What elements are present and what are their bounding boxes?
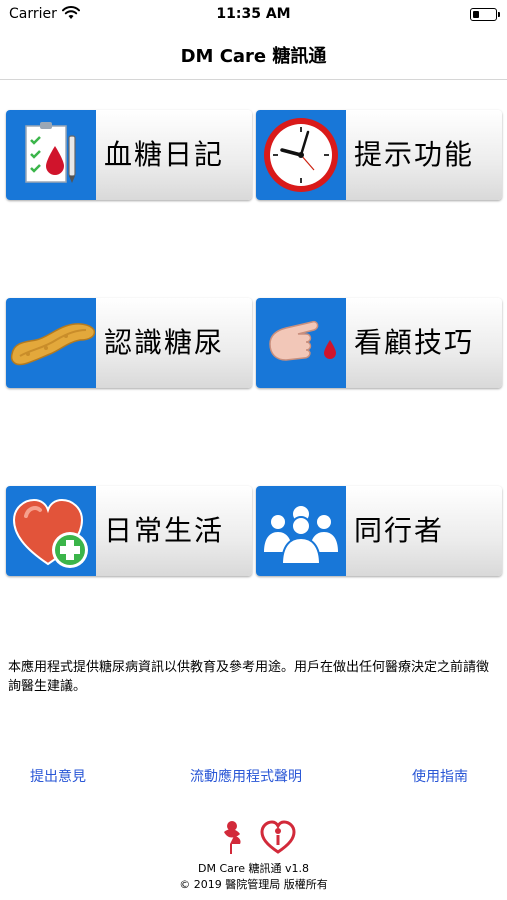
menu-item-daily-life[interactable]: 日常生活 bbox=[6, 486, 252, 576]
blood-glucose-diary-icon bbox=[6, 110, 96, 200]
disclaimer-text: 本應用程式提供糖尿病資訊以供教育及參考用途。用戶在做出任何醫療決定之前請徵詢醫生… bbox=[8, 660, 490, 694]
status-time: 11:35 AM bbox=[216, 6, 291, 22]
app-version: DM Care 糖訊通 v1.8 bbox=[198, 862, 309, 875]
menu-item-care-skills[interactable]: 看顧技巧 bbox=[256, 298, 502, 388]
menu-item-reminder[interactable]: 提示功能 bbox=[256, 110, 502, 200]
people-group-icon bbox=[256, 486, 346, 576]
menu-item-label: 血糖日記 bbox=[104, 138, 225, 171]
menu-item-understanding-diabetes[interactable]: 認識糖尿 bbox=[6, 298, 252, 388]
hospital-authority-logo-icon bbox=[260, 820, 296, 854]
clock-icon bbox=[256, 110, 346, 200]
status-bar: Carrier 11:35 AM bbox=[0, 0, 507, 28]
menu-item-label: 日常生活 bbox=[104, 514, 225, 547]
copyright-text: © 2019 醫院管理局 版權所有 bbox=[179, 878, 328, 891]
app-statement-link[interactable]: 流動應用程式聲明 bbox=[190, 766, 302, 786]
finger-blood-drop-icon bbox=[256, 298, 346, 388]
pancreas-icon bbox=[6, 298, 96, 388]
menu-item-label: 認識糖尿 bbox=[104, 326, 225, 359]
page-title: DM Care 糖訊通 bbox=[180, 46, 327, 67]
heart-plus-icon bbox=[6, 486, 96, 576]
navigation-bar: DM Care 糖訊通 bbox=[0, 28, 507, 80]
user-guide-link[interactable]: 使用指南 bbox=[412, 766, 468, 786]
menu-item-companions[interactable]: 同行者 bbox=[256, 486, 502, 576]
footer-logos bbox=[220, 818, 300, 854]
menu-item-label: 看顧技巧 bbox=[354, 326, 475, 359]
menu-item-label: 同行者 bbox=[354, 514, 445, 547]
menu-item-label: 提示功能 bbox=[354, 138, 475, 171]
hospital-authority-emblem-icon bbox=[224, 821, 241, 854]
battery-icon bbox=[470, 8, 500, 21]
menu-item-blood-glucose-diary[interactable]: 血糖日記 bbox=[6, 110, 252, 200]
feedback-link[interactable]: 提出意見 bbox=[30, 766, 86, 786]
